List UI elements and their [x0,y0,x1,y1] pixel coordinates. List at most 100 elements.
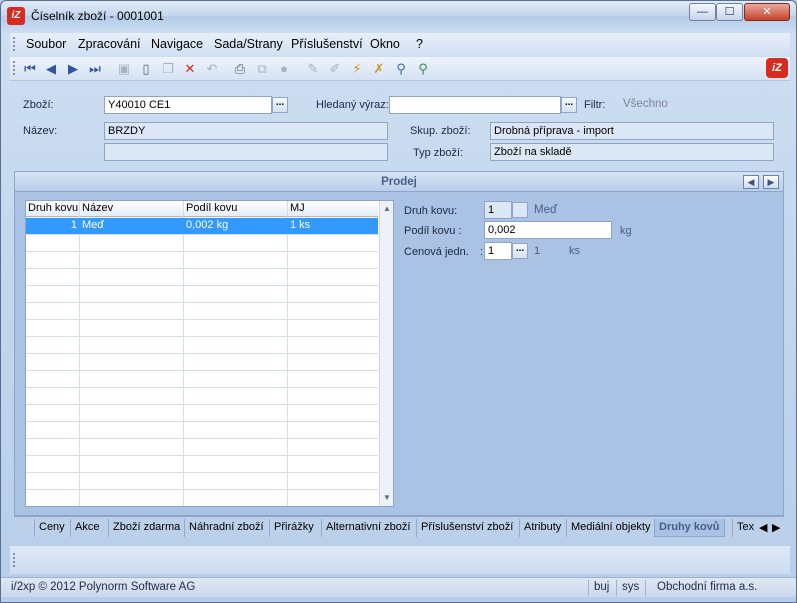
tab-nahradni-zbozi[interactable]: Náhradní zboží [184,519,268,537]
tab-scroll-right-icon[interactable]: ▶ [772,521,780,534]
cenova-jedn-unit: ks [569,245,580,257]
minimize-button[interactable]: — [689,3,716,21]
search-icon[interactable]: ⚲ [393,61,409,77]
table-row[interactable] [26,354,378,371]
typ-field: Zboží na skladě [490,143,774,161]
brand-logo: iZ [766,58,788,78]
table-row[interactable] [26,320,378,337]
tree-icon[interactable]: ⧉ [254,61,270,77]
table-row[interactable] [26,388,378,405]
status-db: sys [622,581,640,593]
maximize-button[interactable]: ☐ [716,3,743,21]
prev-record-icon[interactable]: ◀ [43,61,59,77]
tab-prislusenstvi-zbozi[interactable]: Příslušenství zboží [416,519,517,537]
typ-label: Typ zboží: [413,147,464,159]
cenova-jedn-label: Cenová jedn. [404,246,469,258]
tab-zbozi-zdarma[interactable]: Zboží zdarma [108,519,184,537]
table-row[interactable] [26,473,378,490]
tab-alternativni-zbozi[interactable]: Alternativní zboží [321,519,414,537]
col-druh-kovu[interactable]: Druh kovu [28,202,78,214]
table-row[interactable] [26,456,378,473]
nazev-label: Název: [23,125,58,137]
table-row[interactable] [26,337,378,354]
hledany-input[interactable] [389,96,561,114]
menu-navigace[interactable]: Navigace [151,37,203,51]
tab-bar: Ceny Akce Zboží zdarma Náhradní zboží Př… [14,516,784,538]
panel-prev-icon[interactable]: ◀ [743,175,759,189]
table-row[interactable] [26,439,378,456]
next-record-icon[interactable]: ▶ [65,61,81,77]
tab-ceny[interactable]: Ceny [34,519,69,537]
col-podil-kovu[interactable]: Podíl kovu [186,202,237,214]
table-row[interactable] [26,405,378,422]
search-advanced-icon[interactable]: ⚲ [415,61,431,77]
panel-next-icon[interactable]: ▶ [763,175,779,189]
print-icon[interactable]: ⎙ [232,61,248,77]
zbozi-input[interactable]: Y40010 CE1 [104,96,272,114]
menu-help[interactable]: ? [416,37,423,51]
druh-kovu-label: Druh kovu: [404,205,458,217]
status-bar: i/2xp © 2012 Polynorm Software AG buj sy… [1,577,796,597]
table-row[interactable] [26,303,378,320]
edit-disabled-icon[interactable]: ✐ [327,61,343,77]
menu-prislusenstvi[interactable]: Příslušenství [291,37,363,51]
druh-kovu-field: 1 [484,201,512,219]
cenova-jedn-input[interactable]: 1 [484,242,512,260]
footer-grip-icon[interactable] [13,553,15,567]
podil-kovu-input[interactable]: 0,002 [484,221,612,239]
tab-medialni-objekty[interactable]: Mediální objekty [566,519,655,537]
menu-zpracovani[interactable]: Zpracování [78,37,141,51]
table-row[interactable] [26,490,378,506]
metal-grid: Druh kovu Název Podíl kovu MJ 1 Meď 0,00… [25,200,394,507]
tab-prirazky[interactable]: Přirážky [269,519,318,537]
filtr-value[interactable]: Všechno [623,98,668,110]
menu-bar: Soubor Zpracování Navigace Sada/Strany P… [10,33,790,55]
new-icon[interactable]: ▯ [138,61,154,77]
scroll-up-icon[interactable]: ▲ [382,204,392,214]
cenova-jedn-lookup-button[interactable]: ... [512,243,528,259]
tab-tex[interactable]: Tex [732,519,758,537]
tab-scroll-left-icon[interactable]: ◀ [759,521,767,534]
hledany-lookup-button[interactable]: ... [561,97,577,113]
first-record-icon[interactable]: ⏮ [22,61,38,77]
table-row[interactable] [26,252,378,269]
filter-clear-icon[interactable]: ✗ [371,61,387,77]
delete-icon[interactable]: ✕ [182,61,198,77]
panel-title: Prodej [15,172,783,192]
footer-toolbar [10,546,790,574]
cell-podil: 0,002 kg [186,219,229,231]
table-row[interactable] [26,235,378,252]
zbozi-lookup-button[interactable]: ... [272,97,288,113]
menu-sada-strany[interactable]: Sada/Strany [214,37,283,51]
save-icon[interactable]: ▣ [116,61,132,77]
cell-druh: 1 [70,219,77,231]
table-row[interactable]: 1 Meď 0,002 kg 1 ks [26,218,378,235]
undo-icon[interactable]: ↶ [204,61,220,77]
close-button[interactable]: ✕ [744,3,790,21]
table-row[interactable] [26,269,378,286]
tab-druhy-kovu[interactable]: Druhy kovů [654,519,725,537]
tab-akce[interactable]: Akce [70,519,103,537]
col-mj[interactable]: MJ [290,202,305,214]
edit-icon[interactable]: ✎ [305,61,321,77]
col-nazev[interactable]: Název [82,202,113,214]
status-copyright: i/2xp © 2012 Polynorm Software AG [11,581,196,593]
menu-soubor[interactable]: Soubor [26,37,66,51]
last-record-icon[interactable]: ⏭ [87,61,103,77]
table-row[interactable] [26,286,378,303]
grid-scrollbar[interactable]: ▲ ▼ [379,201,393,506]
tab-atributy[interactable]: Atributy [519,519,565,537]
scroll-down-icon[interactable]: ▼ [382,493,392,503]
copy-icon[interactable]: ❐ [160,61,176,77]
nazev-field-2 [104,143,388,161]
cenova-jedn-colon: : [480,246,484,258]
menu-okno[interactable]: Okno [370,37,400,51]
disabled-icon[interactable]: ● [276,61,292,77]
table-row[interactable] [26,422,378,439]
menu-grip-icon[interactable] [13,37,15,51]
toolbar-grip-icon[interactable] [13,61,15,75]
table-row[interactable] [26,371,378,388]
window-title: Číselník zboží - 0001001 [31,9,164,23]
druh-kovu-lookup-button[interactable] [512,202,528,218]
filter-icon[interactable]: ⚡ [349,61,365,77]
